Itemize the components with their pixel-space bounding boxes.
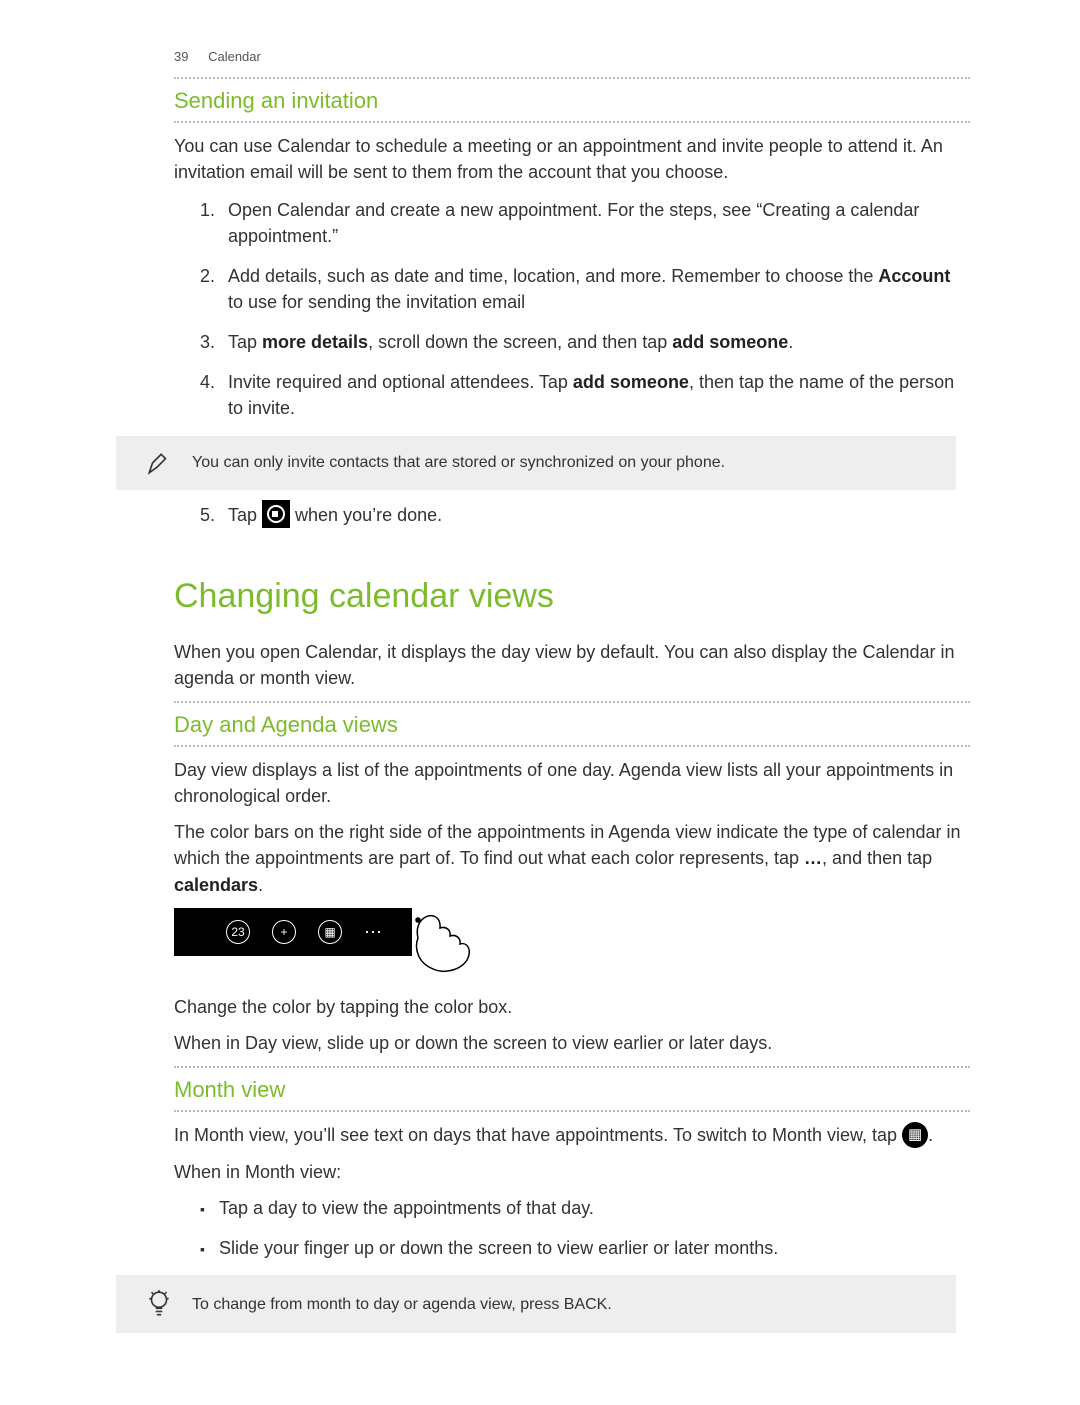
divider <box>174 1110 970 1112</box>
step-2: Add details, such as date and time, loca… <box>220 263 970 315</box>
page-number: 39 <box>174 49 188 64</box>
note-box: You can only invite contacts that are st… <box>116 436 956 490</box>
bold-more-details: more details <box>262 332 368 352</box>
divider <box>174 121 970 123</box>
note-text: You can only invite contacts that are st… <box>192 451 725 474</box>
day-number-icon: 23 <box>226 920 250 944</box>
pencil-icon <box>146 450 172 476</box>
heading-changing-views: Changing calendar views <box>174 572 970 621</box>
bold-calendars: calendars <box>174 875 258 895</box>
save-icon <box>262 500 290 528</box>
plus-icon: + <box>272 920 296 944</box>
page-header: 39 Calendar <box>130 48 970 67</box>
step-4: Invite required and optional attendees. … <box>220 369 970 421</box>
tip-text: To change from month to day or agenda vi… <box>192 1293 612 1316</box>
bold-add-someone-2: add someone <box>573 372 689 392</box>
hand-tap-icon <box>406 908 496 978</box>
paragraph: When in Day view, slide up or down the s… <box>174 1030 970 1056</box>
paragraph: In Month view, you’ll see text on days t… <box>174 1122 970 1149</box>
bold-add-someone: add someone <box>672 332 788 352</box>
paragraph: When in Month view: <box>174 1159 970 1185</box>
bold-account: Account <box>878 266 950 286</box>
step-3: Tap more details, scroll down the screen… <box>220 329 970 355</box>
divider <box>174 1066 970 1068</box>
paragraph: You can use Calendar to schedule a meeti… <box>174 133 970 185</box>
paragraph: Day view displays a list of the appointm… <box>174 757 970 809</box>
lightbulb-icon <box>146 1289 172 1319</box>
month-bullets: Tap a day to view the appointments of th… <box>200 1195 970 1261</box>
section-name: Calendar <box>208 49 261 64</box>
phone-toolbar: 23 + ▦ ⋯ <box>174 908 412 956</box>
bullet-2: Slide your finger up or down the screen … <box>200 1235 970 1261</box>
divider <box>174 77 970 79</box>
step-5: Tap when you’re done. <box>220 502 970 530</box>
paragraph: When you open Calendar, it displays the … <box>174 639 970 691</box>
step-1: Open Calendar and create a new appointme… <box>220 197 970 249</box>
calendar-icon: ▦ <box>318 920 342 944</box>
heading-sending-invitation: Sending an invitation <box>174 85 970 117</box>
ellipsis-label: … <box>804 848 822 868</box>
steps-list: Open Calendar and create a new appointme… <box>190 197 970 422</box>
more-icon: ⋯ <box>364 927 384 937</box>
heading-month-view: Month view <box>174 1074 970 1106</box>
heading-day-agenda: Day and Agenda views <box>174 709 970 741</box>
bullet-1: Tap a day to view the appointments of th… <box>200 1195 970 1221</box>
toolbar-figure: 23 + ▦ ⋯ <box>174 908 970 978</box>
month-view-icon: ▦ <box>902 1122 928 1148</box>
divider <box>174 745 970 747</box>
divider <box>174 701 970 703</box>
steps-list-cont: Tap when you’re done. <box>190 502 970 530</box>
paragraph: The color bars on the right side of the … <box>174 819 970 897</box>
tip-box: To change from month to day or agenda vi… <box>116 1275 956 1333</box>
paragraph: Change the color by tapping the color bo… <box>174 994 970 1020</box>
